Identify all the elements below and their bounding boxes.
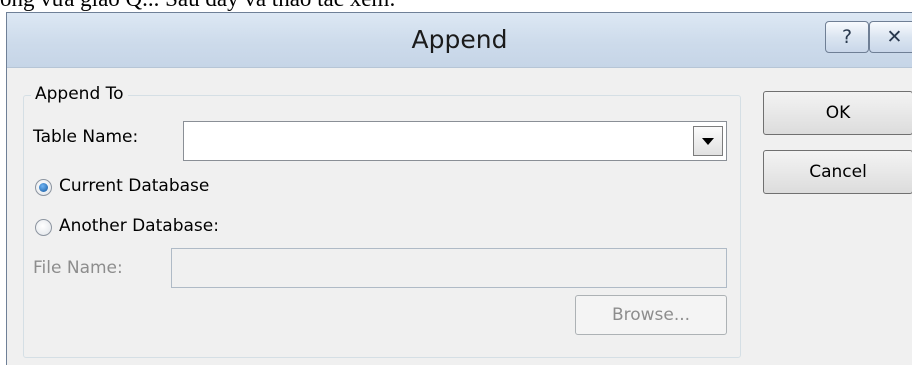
another-database-label[interactable]: Another Database: — [59, 216, 219, 236]
title-bar: Append ? ✕ — [7, 13, 912, 68]
table-name-combobox[interactable] — [183, 121, 727, 161]
background-document-text: ống vừa giao Q... Sau đây và thao tác xe… — [0, 0, 912, 12]
another-database-radio[interactable] — [35, 219, 52, 236]
close-icon: ✕ — [886, 26, 903, 48]
chevron-down-icon — [702, 137, 714, 145]
file-name-input[interactable] — [171, 248, 727, 288]
close-button[interactable]: ✕ — [869, 21, 912, 53]
dropdown-button[interactable] — [693, 126, 723, 156]
cancel-button[interactable]: Cancel — [763, 150, 912, 194]
append-dialog: Append ? ✕ Append To Table Name: Current… — [6, 12, 912, 365]
current-database-label[interactable]: Current Database — [59, 176, 209, 196]
browse-button[interactable]: Browse... — [575, 295, 727, 335]
background-text: ống vừa giao Q... Sau đây và thao tác xe… — [0, 0, 396, 12]
append-to-legend: Append To — [31, 84, 128, 104]
file-name-label: File Name: — [33, 258, 123, 278]
table-name-label: Table Name: — [33, 127, 139, 147]
current-database-radio[interactable] — [35, 179, 52, 196]
question-mark-icon: ? — [841, 26, 853, 48]
help-button[interactable]: ? — [825, 21, 869, 53]
ok-button[interactable]: OK — [763, 91, 912, 135]
dialog-title: Append — [411, 25, 508, 54]
